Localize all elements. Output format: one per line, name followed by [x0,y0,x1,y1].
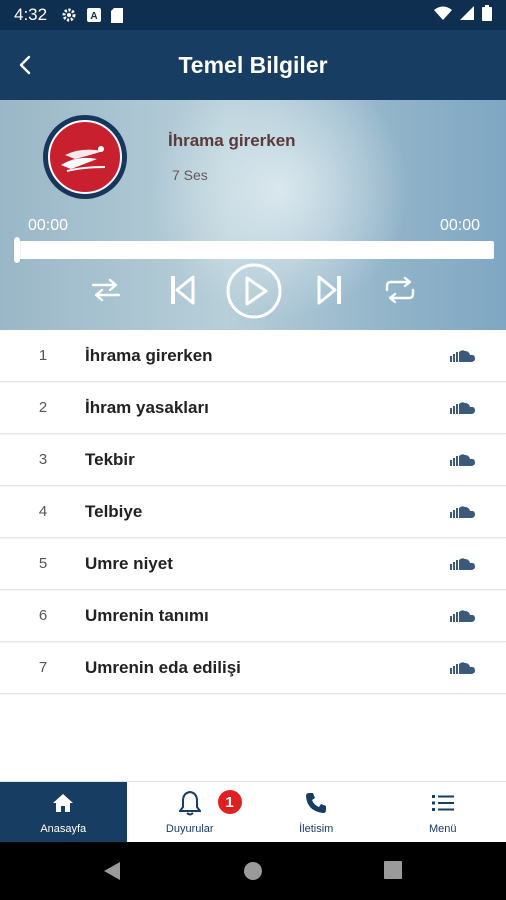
play-icon [226,263,282,319]
track-list: 1 İhrama girerken 2 İhram yasakları 3 Te… [0,330,506,694]
track-count: 7 Ses [172,167,208,183]
back-button[interactable] [10,50,40,80]
repeat-button[interactable] [382,274,418,306]
system-recents-icon[interactable] [384,861,402,884]
gear-icon [61,7,77,23]
nav-label: Duyurular [165,823,214,835]
kaaba-logo-icon [61,146,106,172]
repeat-icon [385,276,415,304]
album-logo [43,115,127,199]
track-row[interactable]: 6 Umrenin tanımı [0,590,506,642]
system-navigation-bar [0,842,506,900]
shuffle-icon [91,278,121,302]
notification-badge: 1 [217,790,242,814]
track-number: 1 [38,347,48,364]
track-number: 3 [38,451,48,468]
time-elapsed: 00:00 [28,217,69,234]
nav-label: İletisim [299,823,334,835]
track-title: Tekbir [85,449,135,469]
list-icon [431,789,454,817]
track-number: 4 [38,503,48,520]
track-row[interactable]: 1 İhrama girerken [0,330,506,382]
bell-icon [178,789,201,817]
nav-home[interactable]: Anasayfa [0,782,127,842]
track-title: Umre niyet [85,553,173,573]
track-row[interactable]: 4 Telbiye [0,486,506,538]
time-total: 00:00 [439,217,480,234]
home-icon [52,789,74,817]
app-screen: 4:32 A Temel Bilgiler İhrama girerken 7 … [0,0,506,900]
a-icon: A [87,8,102,22]
bottom-navigation: Anasayfa Duyurular 1 İletisim Menü [0,781,506,842]
track-row[interactable]: 2 İhram yasakları [0,382,506,434]
current-track-title: İhrama girerken [168,131,296,150]
nav-label: Anasayfa [40,823,87,835]
soundcloud-icon[interactable] [450,401,476,419]
previous-button[interactable] [165,272,199,308]
player-controls [0,260,506,320]
progress-bar[interactable] [14,237,494,263]
nav-label: Menü [428,823,457,835]
next-icon [317,275,341,305]
track-title: İhram yasakları [85,397,209,417]
track-number: 6 [38,607,48,624]
nav-contact[interactable]: İletisim [253,782,380,842]
track-number: 7 [38,659,48,676]
system-back-icon[interactable] [102,861,122,886]
play-button[interactable] [225,262,283,320]
track-title: Umrenin tanımı [85,605,209,625]
track-number: 5 [38,555,48,572]
track-title: İhrama girerken [85,345,213,365]
track-title: Telbiye [85,501,143,521]
soundcloud-icon[interactable] [450,505,476,523]
soundcloud-icon[interactable] [450,349,476,367]
svg-text:A: A [90,11,97,22]
phone-icon [305,789,327,817]
nav-menu[interactable]: Menü [380,782,506,842]
track-number: 2 [38,399,48,416]
system-home-icon[interactable] [243,861,263,886]
wifi-icon [434,6,452,25]
sd-card-icon [111,7,124,23]
app-bar: Temel Bilgiler [0,30,506,100]
nav-announcements[interactable]: Duyurular 1 [127,782,254,842]
shuffle-button[interactable] [90,274,122,306]
chevron-left-icon [19,55,31,75]
signal-icon [460,5,474,25]
previous-icon [171,275,195,305]
status-time: 4:32 [14,5,48,24]
soundcloud-icon[interactable] [450,609,476,627]
soundcloud-icon[interactable] [450,453,476,471]
status-bar: 4:32 A [0,0,506,30]
track-row[interactable]: 5 Umre niyet [0,538,506,590]
track-row[interactable]: 3 Tekbir [0,434,506,486]
soundcloud-icon[interactable] [450,557,476,575]
soundcloud-icon[interactable] [450,661,476,679]
audio-player: İhrama girerken 7 Ses 00:00 00:00 [0,100,506,330]
page-title: Temel Bilgiler [178,51,328,78]
next-button[interactable] [313,272,347,308]
battery-icon [482,4,492,26]
track-title: Umrenin eda edilişi [85,657,241,677]
track-row[interactable]: 7 Umrenin eda edilişi [0,642,506,694]
